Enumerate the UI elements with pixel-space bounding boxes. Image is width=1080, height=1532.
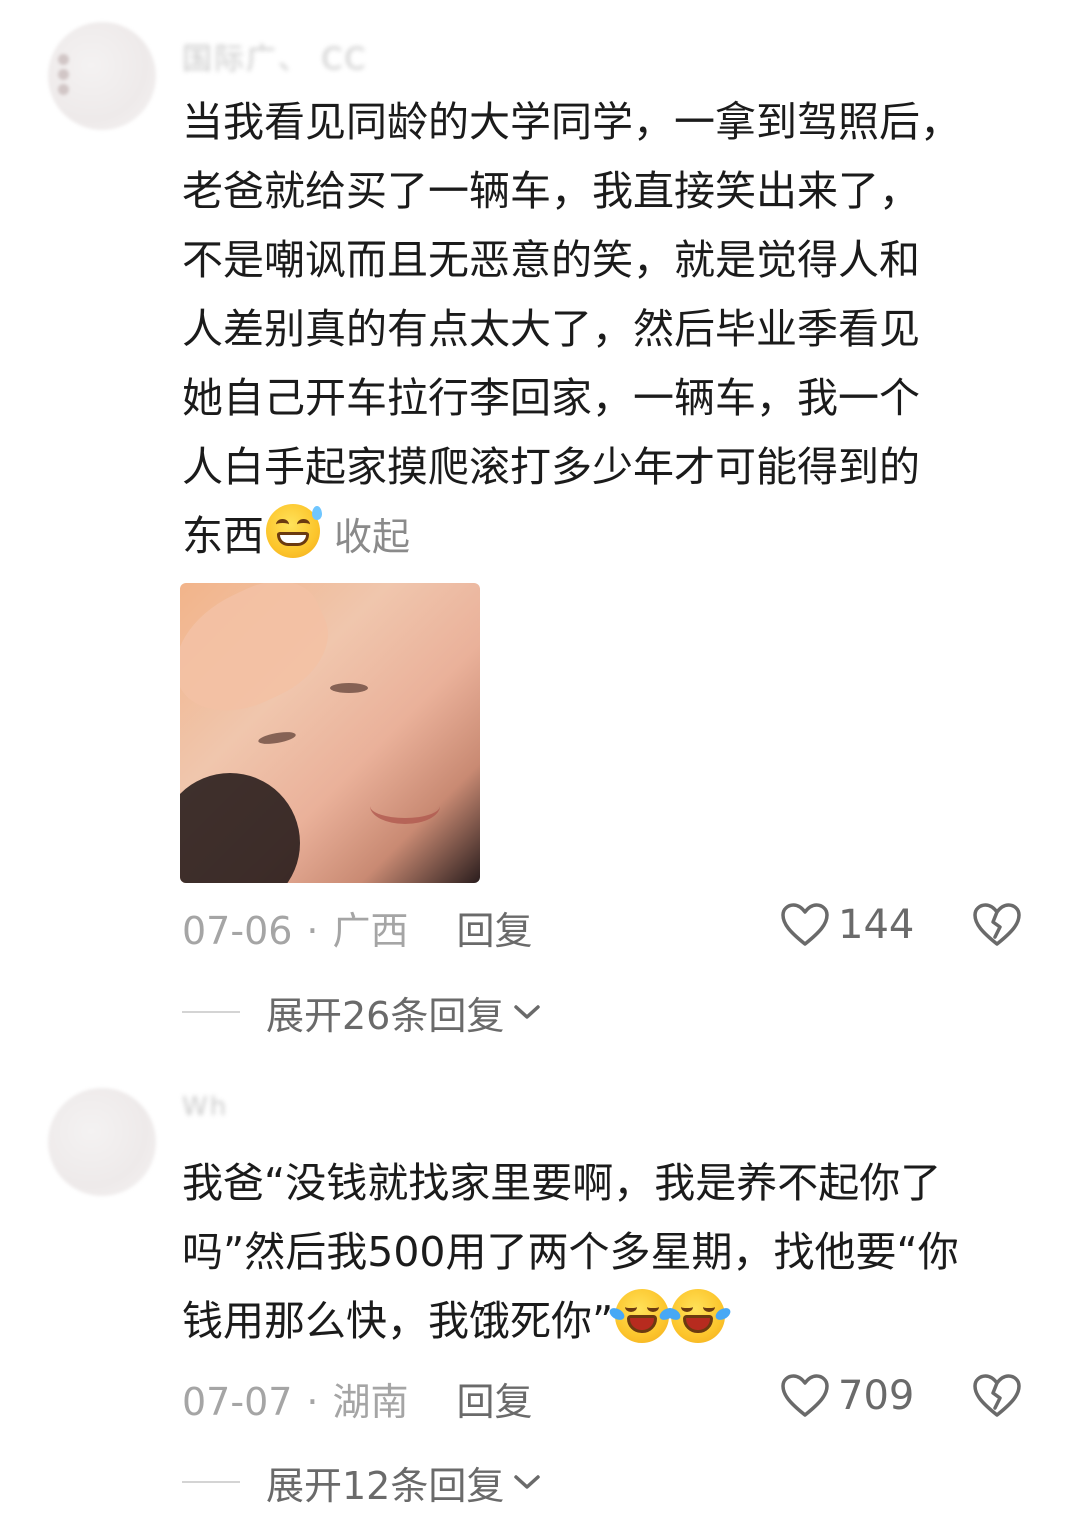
comment-date: 07-07: [182, 1380, 293, 1424]
comment-image[interactable]: [180, 583, 480, 883]
avatar-decoration: [58, 54, 70, 102]
chevron-down-icon: [514, 1005, 541, 1019]
meta-separator: ·: [306, 909, 319, 953]
comment-meta: 07-07 · 湖南 回复: [182, 1371, 533, 1424]
comment-text: 当我看见同龄的大学同学，一拿到驾照后， 老爸就给买了一辆车，我直接笑出来了， 不…: [182, 88, 1042, 572]
broken-heart-icon[interactable]: [972, 1373, 1022, 1419]
comment-meta: 07-06 · 广西 回复: [182, 900, 533, 953]
like-count: 709: [838, 1373, 915, 1419]
meta-separator: ·: [306, 1380, 319, 1424]
divider-line: [182, 1011, 240, 1013]
comment-line: 老爸就给买了一辆车，我直接笑出来了，: [182, 167, 920, 215]
comment-date: 07-06: [182, 909, 293, 953]
comment-line-text: 东西: [182, 512, 264, 560]
chevron-down-icon: [514, 1475, 541, 1489]
comment-line-last: 钱用那么快，我饿死你”: [182, 1287, 1042, 1356]
comment-line-text: 钱用那么快，我饿死你”: [182, 1297, 614, 1345]
laughing-crying-emoji-icon: [663, 1289, 733, 1343]
expand-replies-button[interactable]: 展开12条回复: [182, 1457, 542, 1508]
heart-icon: [781, 903, 829, 946]
avatar[interactable]: [48, 1088, 156, 1196]
reply-button[interactable]: 回复: [457, 1380, 533, 1424]
comment-location: 广西: [332, 909, 409, 953]
comment-text: 我爸“没钱就找家里要啊，我是养不起你了 吗”然后我500用了两个多星期，找他要“…: [182, 1149, 1042, 1356]
expand-replies-label: 展开12条回复: [266, 1463, 505, 1508]
comment-location: 湖南: [332, 1380, 409, 1424]
divider-line: [182, 1481, 240, 1483]
like-count: 144: [838, 902, 915, 948]
comment-line: 我爸“没钱就找家里要啊，我是养不起你了: [182, 1159, 942, 1207]
comment-line-last: 东西 收起: [182, 502, 1042, 572]
comment-line: 吗”然后我500用了两个多星期，找他要“你: [182, 1228, 959, 1276]
reply-button[interactable]: 回复: [457, 909, 533, 953]
avatar[interactable]: [48, 22, 156, 130]
laughing-crying-emoji-icon: [607, 1289, 677, 1343]
comment-line: 人白手起家摸爬滚打多少年才可能得到的: [182, 443, 920, 491]
username[interactable]: Wh: [182, 1092, 228, 1122]
comment-line: 她自己开车拉行李回家，一辆车，我一个: [182, 374, 920, 422]
username[interactable]: 国际广、 CC: [182, 34, 367, 78]
expand-replies-button[interactable]: 展开26条回复: [182, 987, 542, 1038]
heart-icon: [781, 1374, 829, 1417]
like-button[interactable]: 709: [780, 1371, 914, 1421]
broken-heart-icon[interactable]: [972, 902, 1022, 948]
comment-line: 当我看见同龄的大学同学，一拿到驾照后，: [182, 98, 961, 146]
expand-replies-label: 展开26条回复: [266, 993, 505, 1038]
like-button[interactable]: 144: [780, 900, 914, 950]
grinning-sweat-emoji-icon: [266, 504, 322, 558]
collapse-button[interactable]: 收起: [334, 515, 410, 559]
comment-line: 不是嘲讽而且无恶意的笑，就是觉得人和: [182, 236, 920, 284]
comment-line: 人差别真的有点太大了，然后毕业季看见: [182, 305, 920, 353]
